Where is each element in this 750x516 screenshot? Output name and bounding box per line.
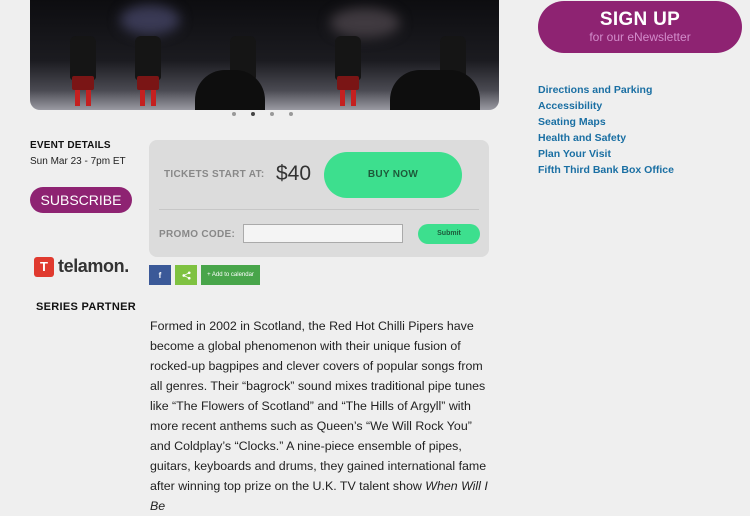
promo-submit-button[interactable]: Submit bbox=[418, 224, 480, 244]
signup-title: SIGN UP bbox=[599, 9, 681, 30]
share-row: f + Add to calendar bbox=[149, 265, 260, 285]
ticket-box: TICKETS START AT: $40 BUY NOW PROMO CODE… bbox=[149, 140, 489, 257]
facebook-icon: f bbox=[158, 270, 162, 280]
share-icon bbox=[181, 270, 191, 280]
signup-subtitle: for our eNewsletter bbox=[589, 30, 691, 44]
sponsor-logo: T telamon. bbox=[34, 256, 129, 277]
description-text: Formed in 2002 in Scotland, the Red Hot … bbox=[150, 319, 487, 493]
carousel-dot[interactable] bbox=[270, 112, 274, 116]
divider bbox=[159, 209, 479, 210]
event-details-heading: EVENT DETAILS bbox=[30, 140, 111, 151]
add-to-calendar-button[interactable]: + Add to calendar bbox=[201, 265, 260, 285]
newsletter-signup-button[interactable]: SIGN UP for our eNewsletter bbox=[538, 1, 742, 53]
promo-code-label: PROMO CODE: bbox=[159, 229, 236, 240]
carousel-dot[interactable] bbox=[232, 112, 236, 116]
carousel-dots bbox=[232, 112, 293, 116]
event-date: Sun Mar 23 - 7pm ET bbox=[30, 156, 126, 167]
link-seating-maps[interactable]: Seating Maps bbox=[538, 114, 674, 130]
tickets-start-label: TICKETS START AT: bbox=[164, 169, 265, 180]
ticket-price: $40 bbox=[276, 162, 312, 185]
sponsor-logo-text: telamon. bbox=[58, 256, 129, 276]
share-button[interactable] bbox=[175, 265, 197, 285]
event-description: Formed in 2002 in Scotland, the Red Hot … bbox=[150, 316, 495, 516]
hero-image bbox=[30, 0, 499, 110]
series-partner-label: SERIES PARTNER bbox=[36, 301, 136, 313]
link-health-safety[interactable]: Health and Safety bbox=[538, 130, 674, 146]
subscribe-button[interactable]: SUBSCRIBE bbox=[30, 187, 132, 213]
promo-code-input[interactable] bbox=[243, 224, 403, 243]
buy-now-button[interactable]: BUY NOW bbox=[324, 152, 462, 198]
facebook-share-button[interactable]: f bbox=[149, 265, 171, 285]
link-directions-parking[interactable]: Directions and Parking bbox=[538, 82, 674, 98]
link-box-office[interactable]: Fifth Third Bank Box Office bbox=[538, 162, 674, 178]
carousel-dot-active[interactable] bbox=[251, 112, 255, 116]
event-details: EVENT DETAILS Sun Mar 23 - 7pm ET SUBSCR… bbox=[30, 140, 140, 213]
link-accessibility[interactable]: Accessibility bbox=[538, 98, 674, 114]
carousel-dot[interactable] bbox=[289, 112, 293, 116]
sidebar-links: Directions and Parking Accessibility Sea… bbox=[538, 82, 674, 178]
telamon-logo-icon: T bbox=[34, 256, 54, 277]
link-plan-your-visit[interactable]: Plan Your Visit bbox=[538, 146, 674, 162]
